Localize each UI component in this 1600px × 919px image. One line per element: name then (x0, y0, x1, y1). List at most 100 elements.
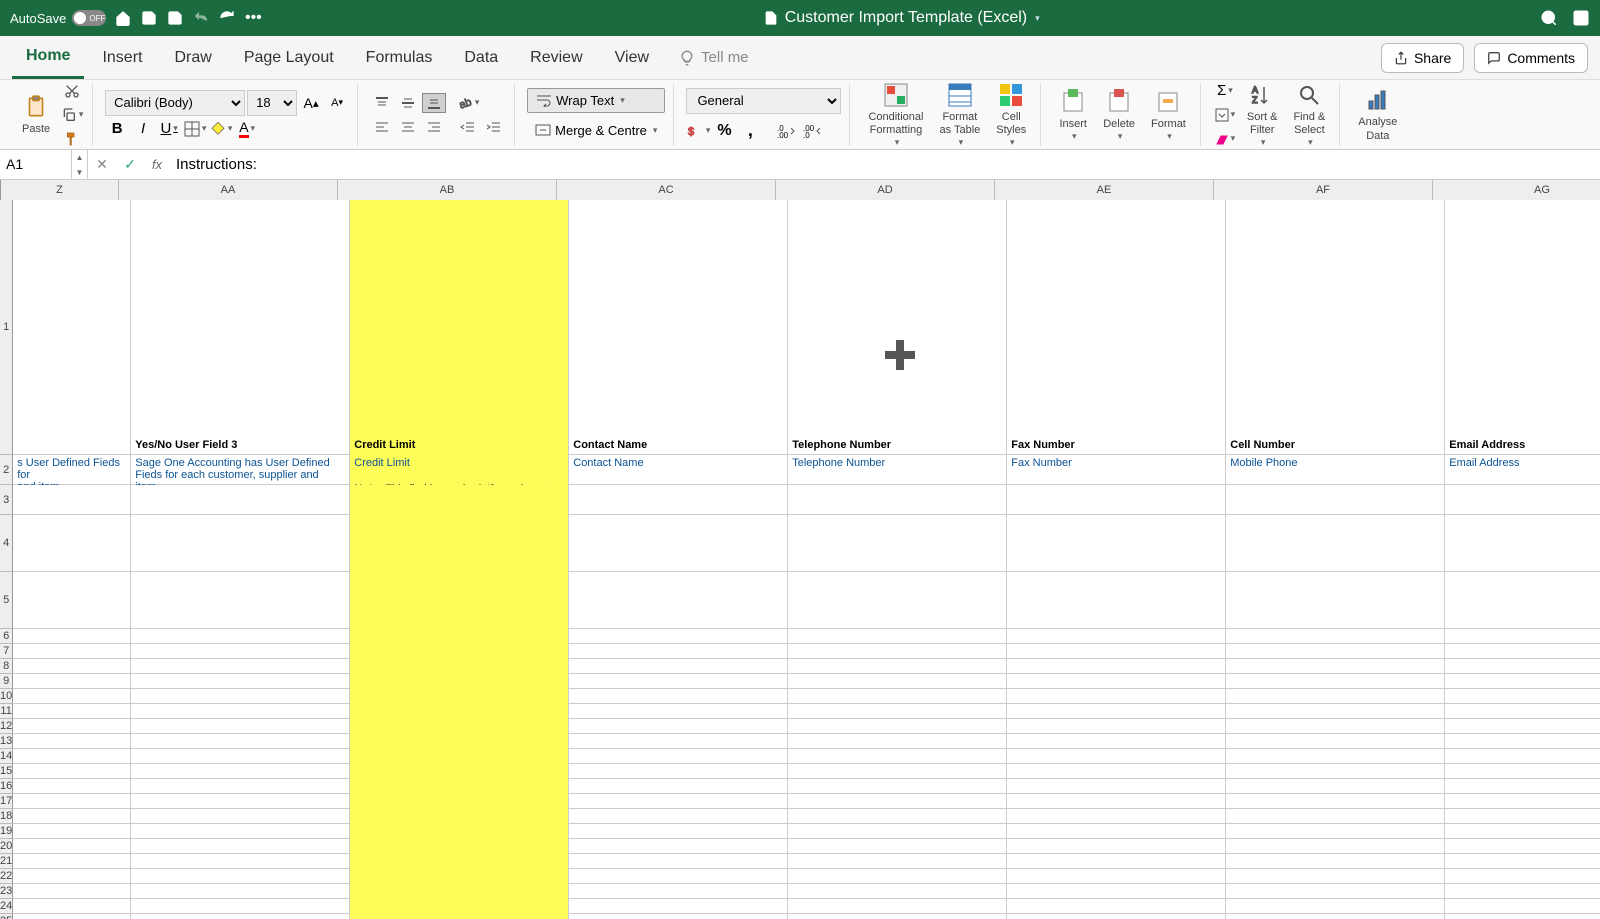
cell[interactable] (569, 749, 788, 764)
cell[interactable] (1445, 674, 1600, 689)
copy-icon[interactable]: ▾ (60, 104, 84, 126)
cell[interactable] (13, 824, 131, 839)
clear-icon[interactable]: ▾ (1213, 128, 1237, 150)
cell[interactable] (1226, 779, 1445, 794)
tab-data[interactable]: Data (450, 36, 512, 79)
enter-formula-icon[interactable]: ✓ (116, 156, 144, 173)
align-middle-icon[interactable] (396, 93, 420, 113)
cell[interactable] (350, 854, 569, 869)
cell[interactable] (13, 719, 131, 734)
cell[interactable] (1445, 884, 1600, 899)
cell[interactable] (350, 719, 569, 734)
align-top-icon[interactable] (370, 93, 394, 113)
increase-indent-icon[interactable] (482, 116, 506, 138)
cell[interactable] (350, 914, 569, 919)
cell[interactable] (131, 629, 350, 644)
cell[interactable] (569, 794, 788, 809)
cell[interactable] (1445, 629, 1600, 644)
cell[interactable] (1007, 572, 1226, 629)
cancel-formula-icon[interactable]: ✕ (88, 156, 116, 173)
cell[interactable] (1226, 644, 1445, 659)
cell[interactable] (13, 854, 131, 869)
cell[interactable] (1226, 899, 1445, 914)
cell[interactable] (1226, 839, 1445, 854)
row-header[interactable]: 2 (0, 455, 13, 485)
cell[interactable] (1226, 629, 1445, 644)
cell[interactable] (1226, 884, 1445, 899)
bold-button[interactable]: B (105, 118, 129, 140)
cell[interactable] (1445, 515, 1600, 572)
cell[interactable] (1007, 704, 1226, 719)
cell[interactable] (788, 809, 1007, 824)
cut-icon[interactable] (60, 80, 84, 102)
ribbon-collapse-icon[interactable] (1572, 9, 1590, 27)
column-header[interactable]: AF (1214, 180, 1433, 200)
home-icon[interactable] (114, 9, 132, 27)
cell[interactable] (131, 884, 350, 899)
cell[interactable] (788, 764, 1007, 779)
cell[interactable] (350, 485, 569, 515)
comma-icon[interactable]: , (738, 120, 762, 142)
cell[interactable] (1226, 914, 1445, 919)
cell[interactable] (569, 824, 788, 839)
name-box-spinner[interactable]: ▲▼ (72, 150, 88, 180)
decrease-font-icon[interactable]: A▾ (325, 92, 349, 114)
cell[interactable] (1445, 809, 1600, 824)
cell[interactable] (131, 854, 350, 869)
cell[interactable]: Contact Name (569, 200, 788, 455)
format-as-table-button[interactable]: Format as Table▾ (933, 79, 986, 150)
column-header[interactable]: AD (776, 180, 995, 200)
tab-draw[interactable]: Draw (160, 36, 225, 79)
cell[interactable] (1226, 659, 1445, 674)
row-header[interactable]: 8 (0, 659, 13, 674)
tab-page-layout[interactable]: Page Layout (230, 36, 348, 79)
column-header[interactable]: AB (338, 180, 557, 200)
cell[interactable] (1226, 485, 1445, 515)
cell[interactable]: Telephone Number (788, 200, 1007, 455)
cell[interactable] (788, 485, 1007, 515)
cell[interactable] (1007, 644, 1226, 659)
cell[interactable] (1226, 689, 1445, 704)
cell[interactable] (350, 869, 569, 884)
cell[interactable] (788, 779, 1007, 794)
cell[interactable] (350, 515, 569, 572)
cell-styles-button[interactable]: Cell Styles▾ (990, 79, 1032, 150)
row-header[interactable]: 15 (0, 764, 13, 779)
cell[interactable] (350, 659, 569, 674)
cell[interactable] (13, 572, 131, 629)
search-icon[interactable] (1540, 9, 1558, 27)
cell[interactable] (788, 854, 1007, 869)
cell[interactable]: Yes/No User Field 3 (131, 200, 350, 455)
cell[interactable]: Mobile Phone (1226, 455, 1445, 485)
cell[interactable] (569, 779, 788, 794)
cell[interactable] (1445, 644, 1600, 659)
row-header[interactable]: 4 (0, 515, 13, 572)
cell[interactable] (569, 644, 788, 659)
cell[interactable] (1445, 794, 1600, 809)
row-header[interactable]: 13 (0, 734, 13, 749)
cell[interactable] (1007, 734, 1226, 749)
cell[interactable] (788, 659, 1007, 674)
cell[interactable] (131, 734, 350, 749)
cell[interactable] (788, 515, 1007, 572)
cell[interactable] (1226, 854, 1445, 869)
row-header[interactable]: 25 (0, 914, 13, 919)
cell[interactable] (131, 572, 350, 629)
cell[interactable] (1445, 824, 1600, 839)
row-header[interactable]: 1 (0, 200, 13, 455)
cell[interactable] (350, 764, 569, 779)
redo-icon[interactable] (218, 9, 236, 27)
cell[interactable] (788, 914, 1007, 919)
cell[interactable] (350, 899, 569, 914)
cell[interactable]: Credit Limit (350, 200, 569, 455)
decrease-indent-icon[interactable] (456, 116, 480, 138)
cell[interactable] (569, 839, 788, 854)
cell[interactable] (788, 734, 1007, 749)
autosave-toggle[interactable]: AutoSave OFF (10, 10, 106, 26)
cell[interactable] (1007, 485, 1226, 515)
cell[interactable]: Credit LimitNote: This fied is required.… (350, 455, 569, 485)
row-header[interactable]: 21 (0, 854, 13, 869)
increase-font-icon[interactable]: A▴ (299, 92, 323, 114)
align-center-icon[interactable] (396, 117, 420, 137)
font-size-select[interactable]: 18 (247, 90, 297, 116)
